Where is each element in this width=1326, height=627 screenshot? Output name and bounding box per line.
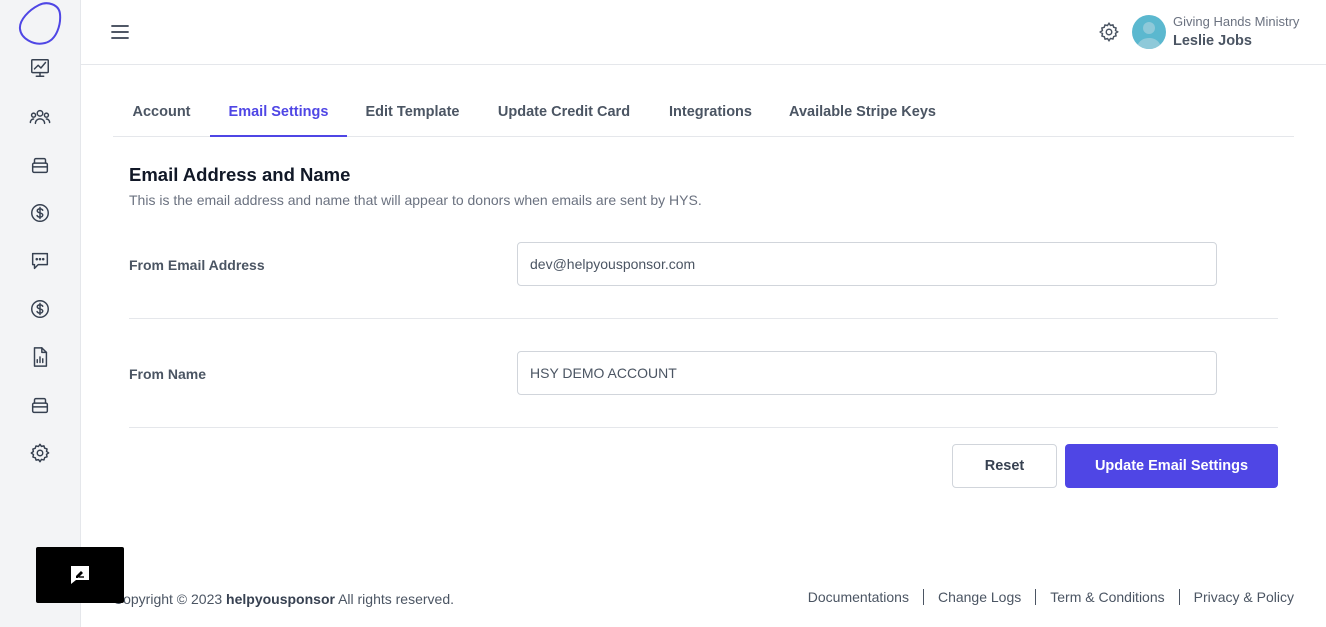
divider <box>129 318 1278 319</box>
settings-tabs: Account Email Settings Edit Template Upd… <box>113 88 1294 137</box>
from-email-label: From Email Address <box>129 257 265 273</box>
tab-update-credit-card[interactable]: Update Credit Card <box>479 88 649 136</box>
footer-link-privacy[interactable]: Privacy & Policy <box>1194 589 1294 605</box>
update-email-settings-button[interactable]: Update Email Settings <box>1065 444 1278 488</box>
box-icon[interactable] <box>28 153 52 177</box>
footer-links: Documentations Change Logs Term & Condit… <box>808 589 1294 605</box>
organization-name: Giving Hands Ministry <box>1173 14 1300 29</box>
user-name[interactable]: Leslie Jobs <box>1173 33 1252 49</box>
users-icon[interactable] <box>28 105 52 129</box>
logo[interactable] <box>17 2 63 46</box>
feedback-icon <box>71 566 89 584</box>
divider <box>129 427 1278 428</box>
dollar-icon-2[interactable] <box>28 297 52 321</box>
tab-edit-template[interactable]: Edit Template <box>347 88 478 136</box>
tab-available-stripe-keys[interactable]: Available Stripe Keys <box>772 88 953 136</box>
copyright-suffix: All rights reserved. <box>334 591 455 607</box>
report-icon[interactable] <box>28 345 52 369</box>
copyright-brand: helpyousponsor <box>226 591 335 607</box>
from-email-input[interactable] <box>517 242 1217 286</box>
section-description: This is the email address and name that … <box>129 192 702 208</box>
footer-separator <box>1035 589 1037 605</box>
feedback-chat-widget[interactable] <box>36 547 124 603</box>
footer-link-documentations[interactable]: Documentations <box>808 589 909 605</box>
footer-copyright: Copyright © 2023 helpyousponsor All righ… <box>113 591 454 607</box>
from-name-label: From Name <box>129 366 207 382</box>
tab-email-settings[interactable]: Email Settings <box>210 88 347 137</box>
tab-account[interactable]: Account <box>113 88 210 136</box>
section-title: Email Address and Name <box>129 164 351 185</box>
sidebar <box>0 0 81 627</box>
dollar-icon[interactable] <box>28 201 52 225</box>
footer-separator <box>922 589 924 605</box>
reset-button[interactable]: Reset <box>952 444 1057 488</box>
from-name-input[interactable] <box>517 351 1217 395</box>
hamburger-menu-icon[interactable] <box>109 21 131 43</box>
gear-icon[interactable] <box>28 441 52 465</box>
chat-icon[interactable] <box>28 249 52 273</box>
top-header: Giving Hands Ministry Leslie Jobs <box>81 0 1326 65</box>
footer-link-terms[interactable]: Term & Conditions <box>1050 589 1164 605</box>
footer-link-change-logs[interactable]: Change Logs <box>938 589 1021 605</box>
copyright-prefix: Copyright © 2023 <box>113 591 227 607</box>
tab-integrations[interactable]: Integrations <box>650 88 771 136</box>
dashboard-chart-icon[interactable] <box>28 56 52 80</box>
avatar[interactable] <box>1132 15 1166 49</box>
footer-separator <box>1178 589 1180 605</box>
box-icon-2[interactable] <box>28 393 52 417</box>
settings-gear-icon[interactable] <box>1098 21 1120 43</box>
